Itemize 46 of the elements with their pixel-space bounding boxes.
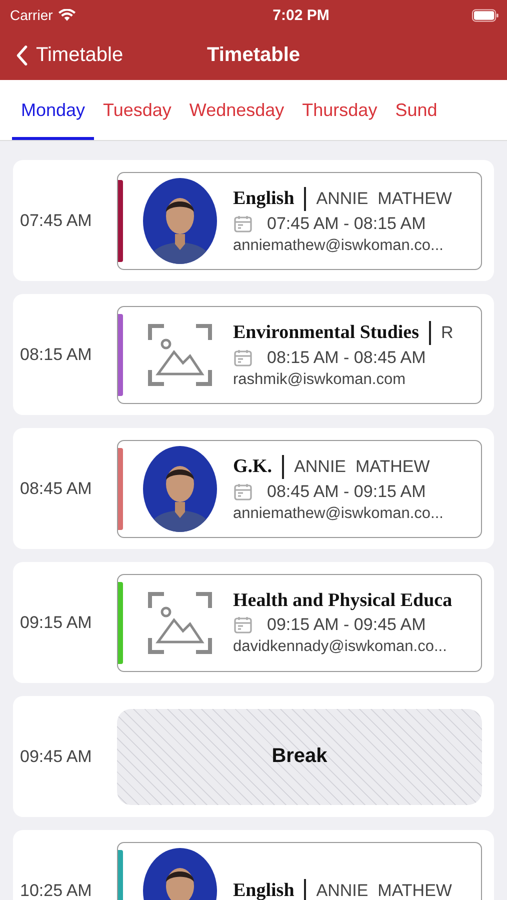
teacher-name: R	[441, 322, 454, 342]
teacher-email: davidkennady@iswkoman.co...	[233, 638, 448, 656]
subject-name: G.K.	[233, 456, 272, 478]
teacher-email: anniemathew@iswkoman.co...	[233, 504, 444, 522]
day-tab[interactable]: Tuesday	[94, 80, 180, 140]
teacher-name: ANNIE MATHEW	[294, 456, 430, 476]
screen-title: Timetable	[207, 44, 300, 66]
back-label: Timetable	[36, 44, 124, 66]
subject-name: Environmental Studies	[233, 322, 419, 344]
day-tab[interactable]: Wednesday	[180, 80, 294, 140]
day-tab[interactable]: Thursday	[293, 80, 386, 140]
time-range: 08:15 AM - 08:45 AM	[267, 348, 426, 368]
teacher-name: ANNIE MATHEW	[316, 880, 452, 900]
calendar-icon	[233, 214, 253, 234]
teacher-email: anniemathew@iswkoman.co...	[233, 236, 444, 254]
period-time: 09:45 AM	[19, 746, 93, 766]
time-range: 09:15 AM - 09:45 AM	[267, 614, 426, 634]
battery-icon	[472, 8, 499, 22]
period-time: 09:15 AM	[19, 612, 93, 632]
clock-time: 7:02 PM	[272, 6, 330, 24]
class-card[interactable]: English ANNIE MATHEW 07:45 AM - 08:15 AM anniemathew@iswkoman.co...	[117, 172, 482, 270]
carrier-label: Carrier	[10, 7, 53, 23]
subject-name: English	[233, 188, 294, 210]
class-card[interactable]: Health and Physical Educa 09:15 AM - 09:45 AM davidkennady@iswkoman.co...	[117, 574, 482, 672]
period-time: 08:45 AM	[19, 478, 93, 498]
day-tab[interactable]: Sund	[386, 80, 446, 140]
subject-name: Health and Physical Educa	[233, 590, 452, 612]
back-button[interactable]: Timetable	[0, 44, 124, 66]
calendar-icon	[233, 614, 253, 634]
break-label: Break	[272, 745, 328, 768]
period-time: 08:15 AM	[19, 344, 93, 364]
day-tab[interactable]: Monday	[12, 80, 94, 140]
class-card[interactable]: Environmental Studies R 08:15 AM - 08:45 AM rashmik@iswkoman.com	[117, 306, 482, 404]
period-time: 07:45 AM	[19, 210, 93, 230]
subject-name: English	[233, 880, 294, 900]
time-range: 07:45 AM - 08:15 AM	[267, 214, 426, 234]
teacher-email: rashmik@iswkoman.com	[233, 370, 406, 388]
time-range: 08:45 AM - 09:15 AM	[267, 482, 426, 502]
calendar-icon	[233, 482, 253, 502]
wifi-icon	[58, 8, 76, 22]
class-card[interactable]: English ANNIE MATHEW	[117, 842, 482, 900]
period-time: 10:25 AM	[19, 880, 93, 900]
teacher-name: ANNIE MATHEW	[316, 188, 452, 208]
calendar-icon	[233, 348, 253, 368]
class-card[interactable]: G.K. ANNIE MATHEW 08:45 AM - 09:15 AM anniemathew@iswkoman.co...	[117, 440, 482, 538]
back-chevron-icon	[16, 44, 28, 66]
